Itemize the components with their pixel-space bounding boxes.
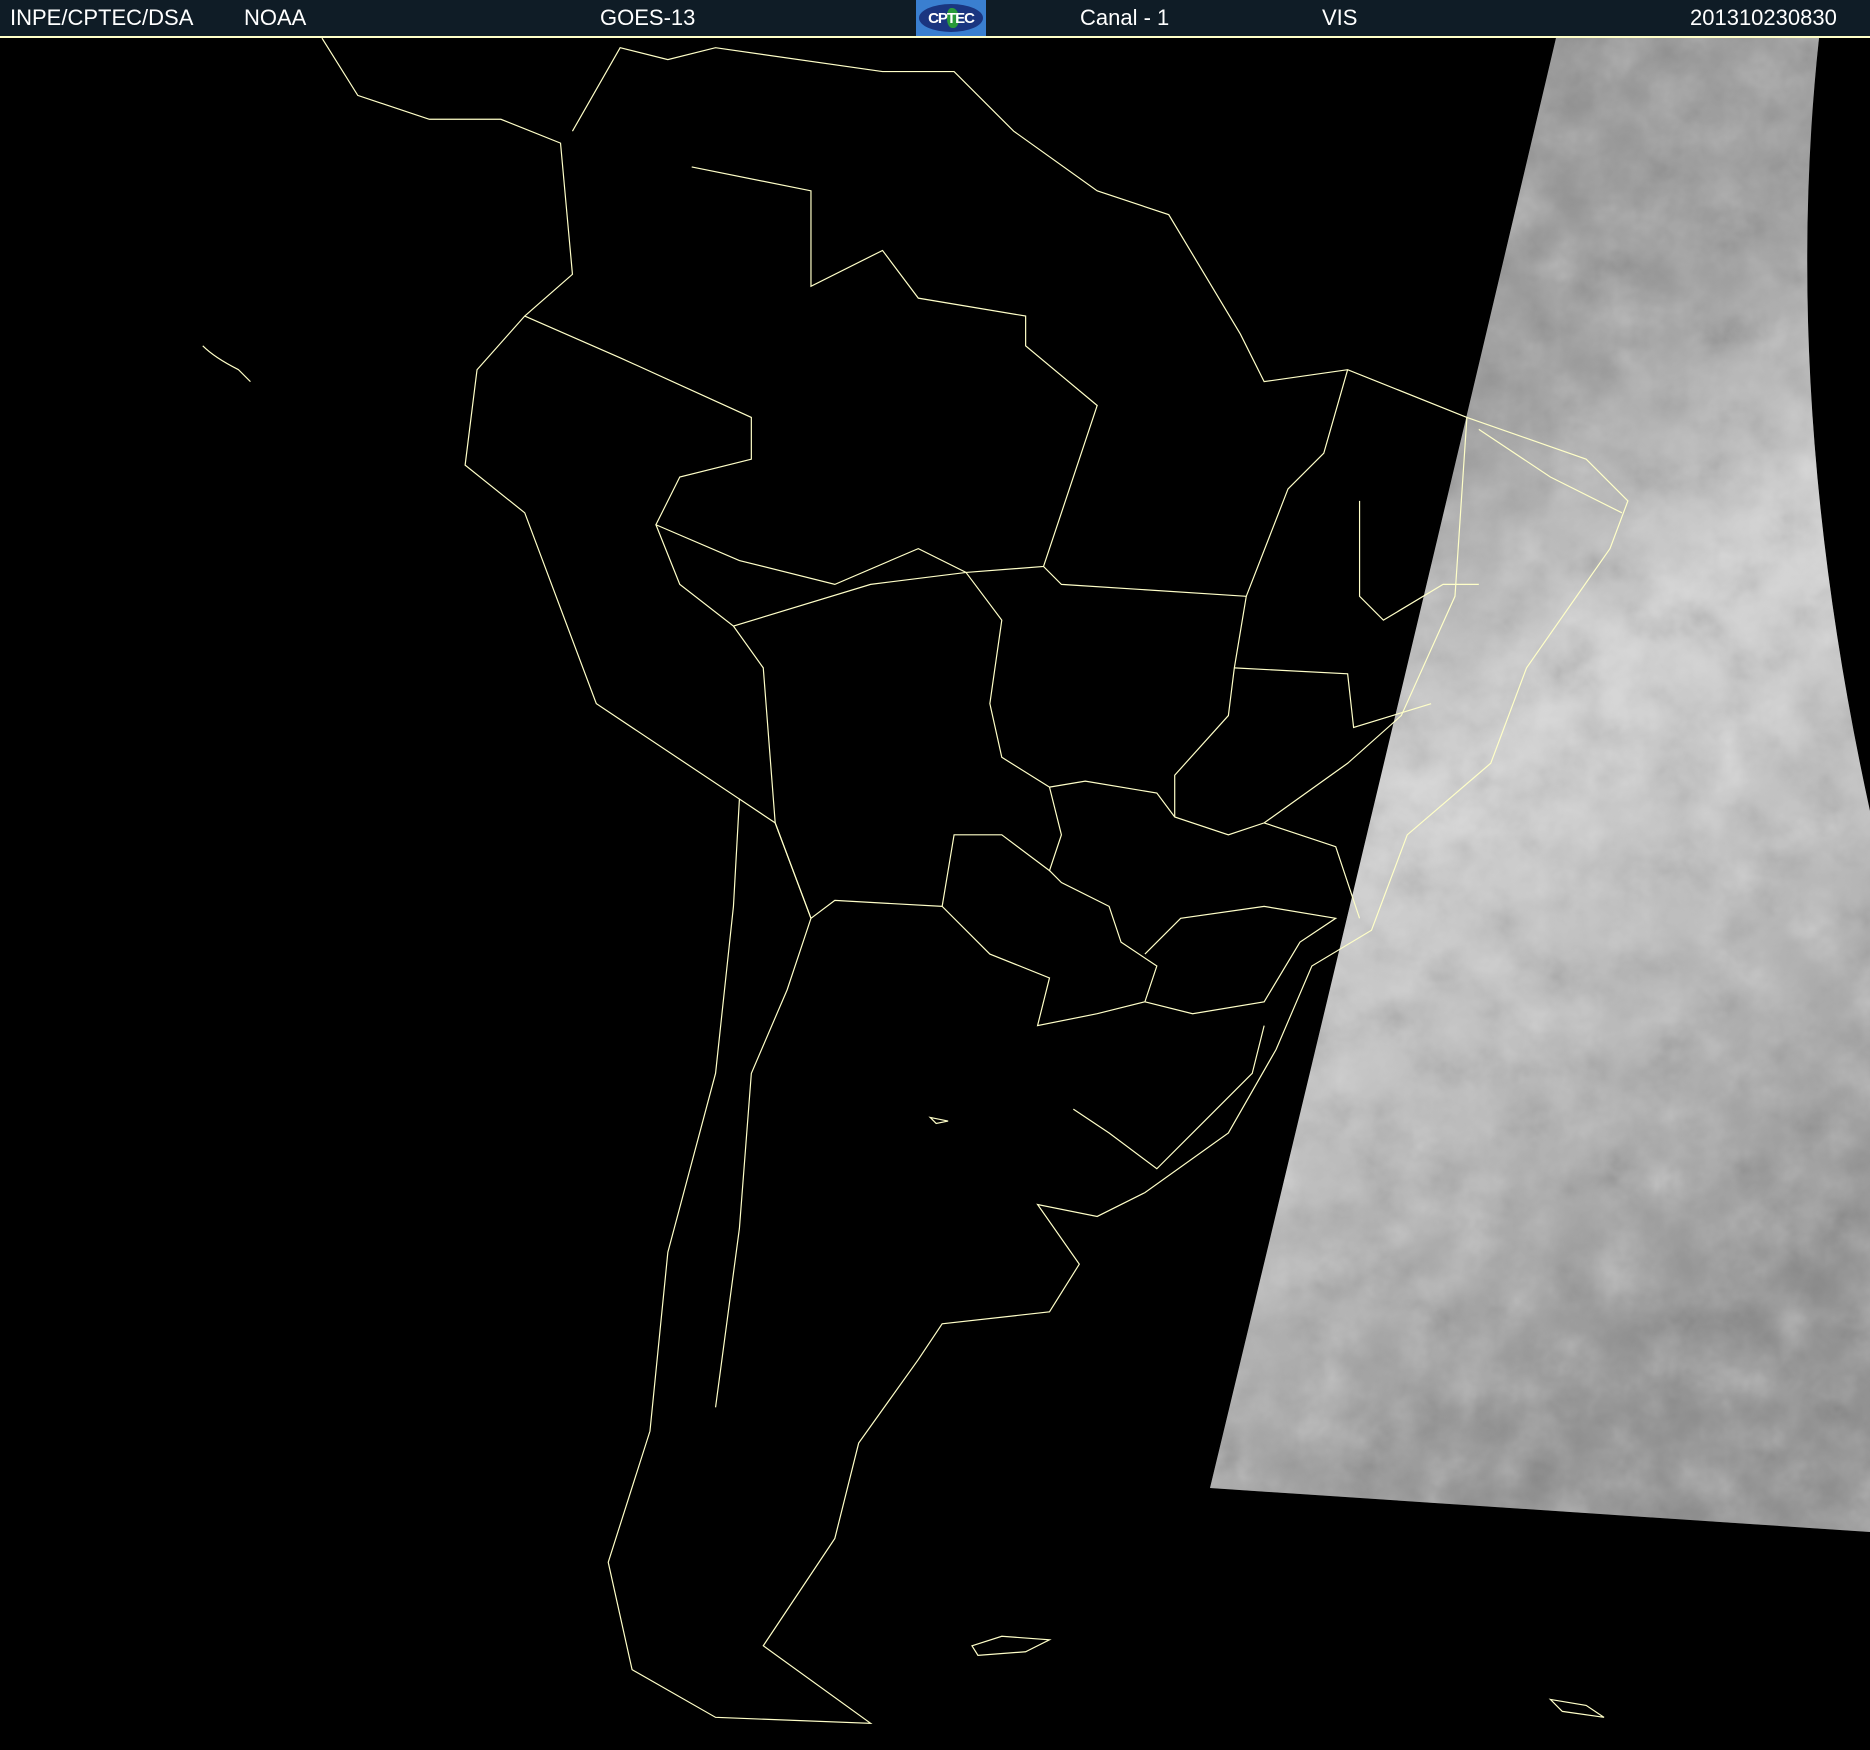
agency-label: INPE/CPTEC/DSA	[10, 5, 194, 30]
channel-label: Canal - 1	[1080, 5, 1170, 30]
satellite-swath	[1210, 38, 1870, 1532]
cptec-logo: CPTEC	[916, 0, 986, 36]
timestamp-label: 201310230830	[1690, 5, 1837, 30]
satellite-map	[202, 38, 1870, 1724]
band-label: VIS	[1322, 5, 1358, 30]
satellite-label: GOES-13	[600, 5, 696, 30]
logo-text: CPTEC	[928, 9, 975, 27]
partner-label: NOAA	[244, 5, 307, 30]
header-bar: INPE/CPTEC/DSA NOAA GOES-13 CPTEC Canal …	[0, 0, 1870, 38]
